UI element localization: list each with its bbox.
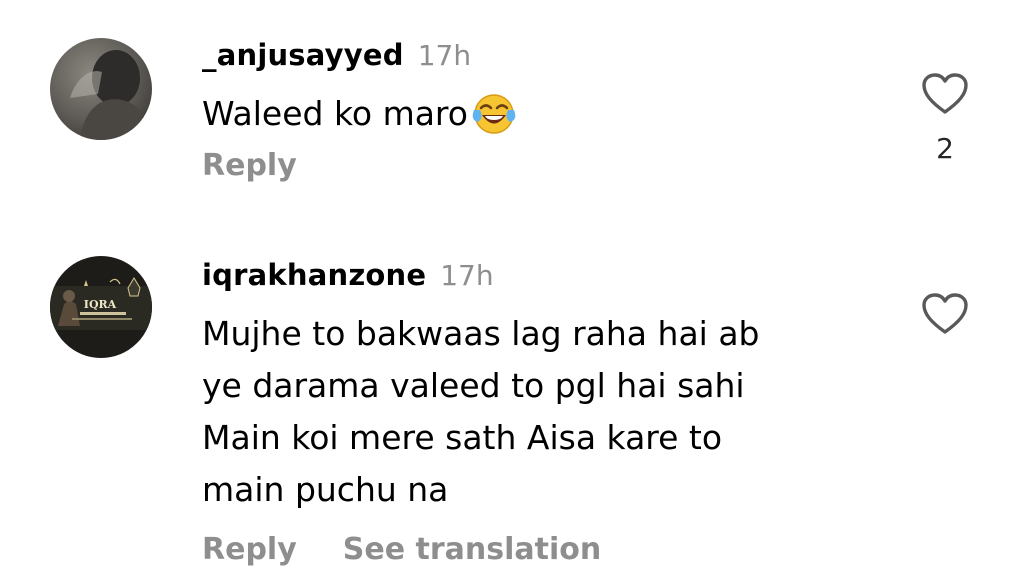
avatar-logo-text: IQRA [84, 298, 117, 311]
reply-button[interactable]: Reply [202, 148, 297, 183]
comment-item: _anjusayyed 17h Waleed ko maro Reply 2 [0, 0, 1024, 210]
comment-text-line: Main koi mere sath Aisa kare to [202, 418, 723, 457]
like-count: 2 [936, 132, 954, 165]
username[interactable]: iqrakhanzone [202, 258, 426, 292]
username[interactable]: _anjusayyed [202, 38, 404, 72]
comment-text: Mujhe to bakwaas lag raha hai ab ye dara… [202, 308, 760, 516]
like-control [920, 292, 970, 336]
heart-icon[interactable] [921, 292, 969, 336]
tears-of-joy-emoji-icon [472, 92, 516, 136]
like-control: 2 [920, 72, 970, 165]
comment-text-line: main puchu na [202, 470, 449, 509]
comment-text-content: Waleed ko maro [202, 94, 468, 133]
comment-text-line: Mujhe to bakwaas lag raha hai ab [202, 314, 760, 353]
timestamp: 17h [417, 39, 472, 72]
comment-text: Waleed ko maro [202, 88, 516, 140]
reply-button[interactable]: Reply [202, 532, 297, 567]
see-translation-button[interactable]: See translation [343, 532, 601, 567]
comment-item: IQRA iqrakhanzone 17h Mujhe to bakwaas l… [0, 240, 1024, 584]
heart-icon[interactable] [921, 72, 969, 116]
comment-text-line: ye darama valeed to pgl hai sahi [202, 366, 745, 405]
timestamp: 17h [440, 259, 494, 292]
avatar[interactable] [50, 38, 152, 140]
avatar[interactable]: IQRA [50, 256, 152, 358]
